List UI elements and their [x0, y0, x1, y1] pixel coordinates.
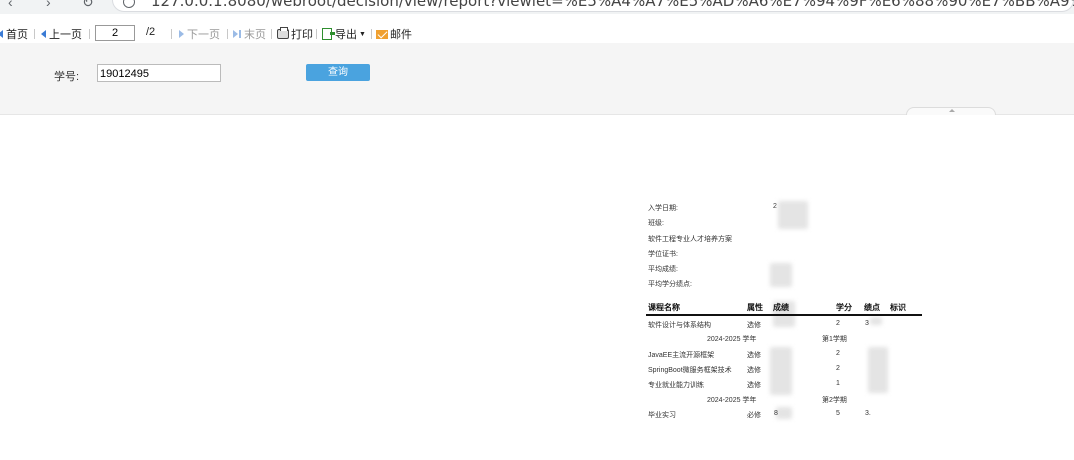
export-label: 导出 — [335, 29, 357, 41]
prev-page-button[interactable]: 上一页 — [41, 26, 82, 42]
redacted-area — [870, 317, 882, 325]
table-row-gpa: 3 — [865, 320, 869, 327]
col-flag: 标识 — [890, 303, 906, 312]
parameter-panel: 学号: 查询 — [0, 43, 1074, 115]
report-content: 入学日期: 2 班级: 软件工程专业人才培养方案 学位证书: 平均成绩: 平均学… — [0, 115, 1074, 460]
export-button[interactable]: 导出 ▼ — [322, 26, 366, 42]
redacted-area — [776, 407, 792, 419]
table-row-credit: 5 — [836, 410, 840, 417]
table-row-attr: 选修 — [747, 367, 761, 374]
toolbar-separator — [89, 29, 90, 39]
mail-label: 邮件 — [390, 29, 412, 41]
last-page-label: 末页 — [244, 29, 266, 41]
table-row-course: 软件设计与体系结构 — [648, 322, 711, 329]
next-page-label: 下一页 — [187, 29, 220, 41]
col-course: 课程名称 — [648, 303, 680, 312]
table-row-course: 专业就业能力训练 — [648, 382, 704, 389]
student-id-label: 学号: — [54, 71, 80, 83]
back-icon[interactable]: ‹ — [8, 0, 13, 10]
header-rule — [646, 314, 922, 316]
chevron-up-icon — [949, 109, 955, 112]
export-icon — [322, 28, 335, 40]
table-row-course: JavaEE主流开源框架 — [648, 352, 715, 359]
table-row-attr: 选修 — [747, 322, 761, 329]
first-page-icon — [0, 30, 3, 38]
table-row-credit: 2 — [836, 365, 840, 372]
mail-icon — [376, 29, 388, 39]
table-row-course: SpringBoot微服务框架技术 — [648, 367, 732, 374]
print-label: 打印 — [291, 29, 313, 41]
col-gpa: 绩点 — [864, 303, 880, 312]
table-row-attr: 选修 — [747, 382, 761, 389]
address-url: 127.0.0.1:8080/webroot/decision/view/rep… — [151, 0, 1074, 10]
report-toolbar: 首页 上一页 /2 下一页 末页 打印 导出 ▼ 邮件 — [0, 23, 1074, 43]
term-semester: 第2学期 — [822, 397, 847, 404]
print-button[interactable]: 打印 — [277, 26, 313, 42]
next-page-icon — [179, 30, 184, 38]
table-row-score: 8 — [774, 410, 778, 417]
toolbar-separator — [316, 29, 317, 39]
col-score: 成绩 — [773, 303, 789, 312]
page-total: /2 — [146, 26, 155, 38]
info-program: 软件工程专业人才培养方案 — [648, 236, 732, 243]
col-credit: 学分 — [836, 303, 852, 312]
table-row-credit: 1 — [836, 380, 840, 387]
info-avg-score: 平均成绩: — [648, 266, 678, 273]
browser-chrome: ‹ › ↻ 127.0.0.1:8080/webroot/decision/vi… — [0, 0, 1074, 14]
table-row-attr: 必修 — [747, 412, 761, 419]
student-id-input[interactable] — [97, 64, 221, 82]
printer-icon — [277, 27, 289, 39]
last-page-button[interactable]: 末页 — [233, 26, 266, 42]
last-page-bar-icon — [239, 30, 241, 38]
table-row-credit: 2 — [836, 350, 840, 357]
prev-page-label: 上一页 — [49, 29, 82, 41]
last-page-icon — [233, 30, 238, 38]
first-page-button[interactable]: 首页 — [0, 26, 28, 42]
toolbar-separator — [371, 29, 372, 39]
table-row-gpa: 3. — [865, 410, 871, 417]
page-number-input[interactable] — [95, 25, 135, 41]
term-year: 2024-2025 学年 — [707, 336, 757, 343]
redacted-area — [770, 347, 792, 395]
toolbar-separator — [227, 29, 228, 39]
info-degree: 学位证书: — [648, 251, 678, 258]
reload-icon[interactable]: ↻ — [82, 0, 94, 11]
info-class: 班级: — [648, 220, 664, 227]
redacted-area — [770, 263, 792, 287]
query-button[interactable]: 查询 — [306, 64, 370, 81]
toolbar-separator — [271, 29, 272, 39]
site-info-icon[interactable] — [123, 0, 135, 8]
collapse-panel-handle[interactable] — [906, 107, 996, 115]
chevron-down-icon: ▼ — [359, 30, 366, 38]
redacted-area — [778, 201, 808, 229]
next-page-button[interactable]: 下一页 — [179, 26, 220, 42]
table-row-credit: 2 — [836, 320, 840, 327]
mail-button[interactable]: 邮件 — [376, 26, 412, 42]
redacted-area — [868, 347, 888, 393]
term-year: 2024-2025 学年 — [707, 397, 757, 404]
table-row-course: 毕业实习 — [648, 412, 676, 419]
term-semester: 第1学期 — [822, 336, 847, 343]
page-total-label: /2 — [146, 26, 156, 38]
prev-page-icon — [41, 30, 46, 38]
info-admission-date: 入学日期: 2 — [648, 203, 777, 212]
forward-icon[interactable]: › — [46, 0, 51, 10]
table-row-attr: 选修 — [747, 352, 761, 359]
info-avg-gpa: 平均学分绩点: — [648, 281, 692, 288]
col-attr: 属性 — [747, 303, 763, 312]
first-page-label: 首页 — [6, 29, 28, 41]
toolbar-separator — [171, 29, 172, 39]
toolbar-separator — [34, 29, 35, 39]
address-bar[interactable]: 127.0.0.1:8080/webroot/decision/view/rep… — [112, 0, 1074, 12]
